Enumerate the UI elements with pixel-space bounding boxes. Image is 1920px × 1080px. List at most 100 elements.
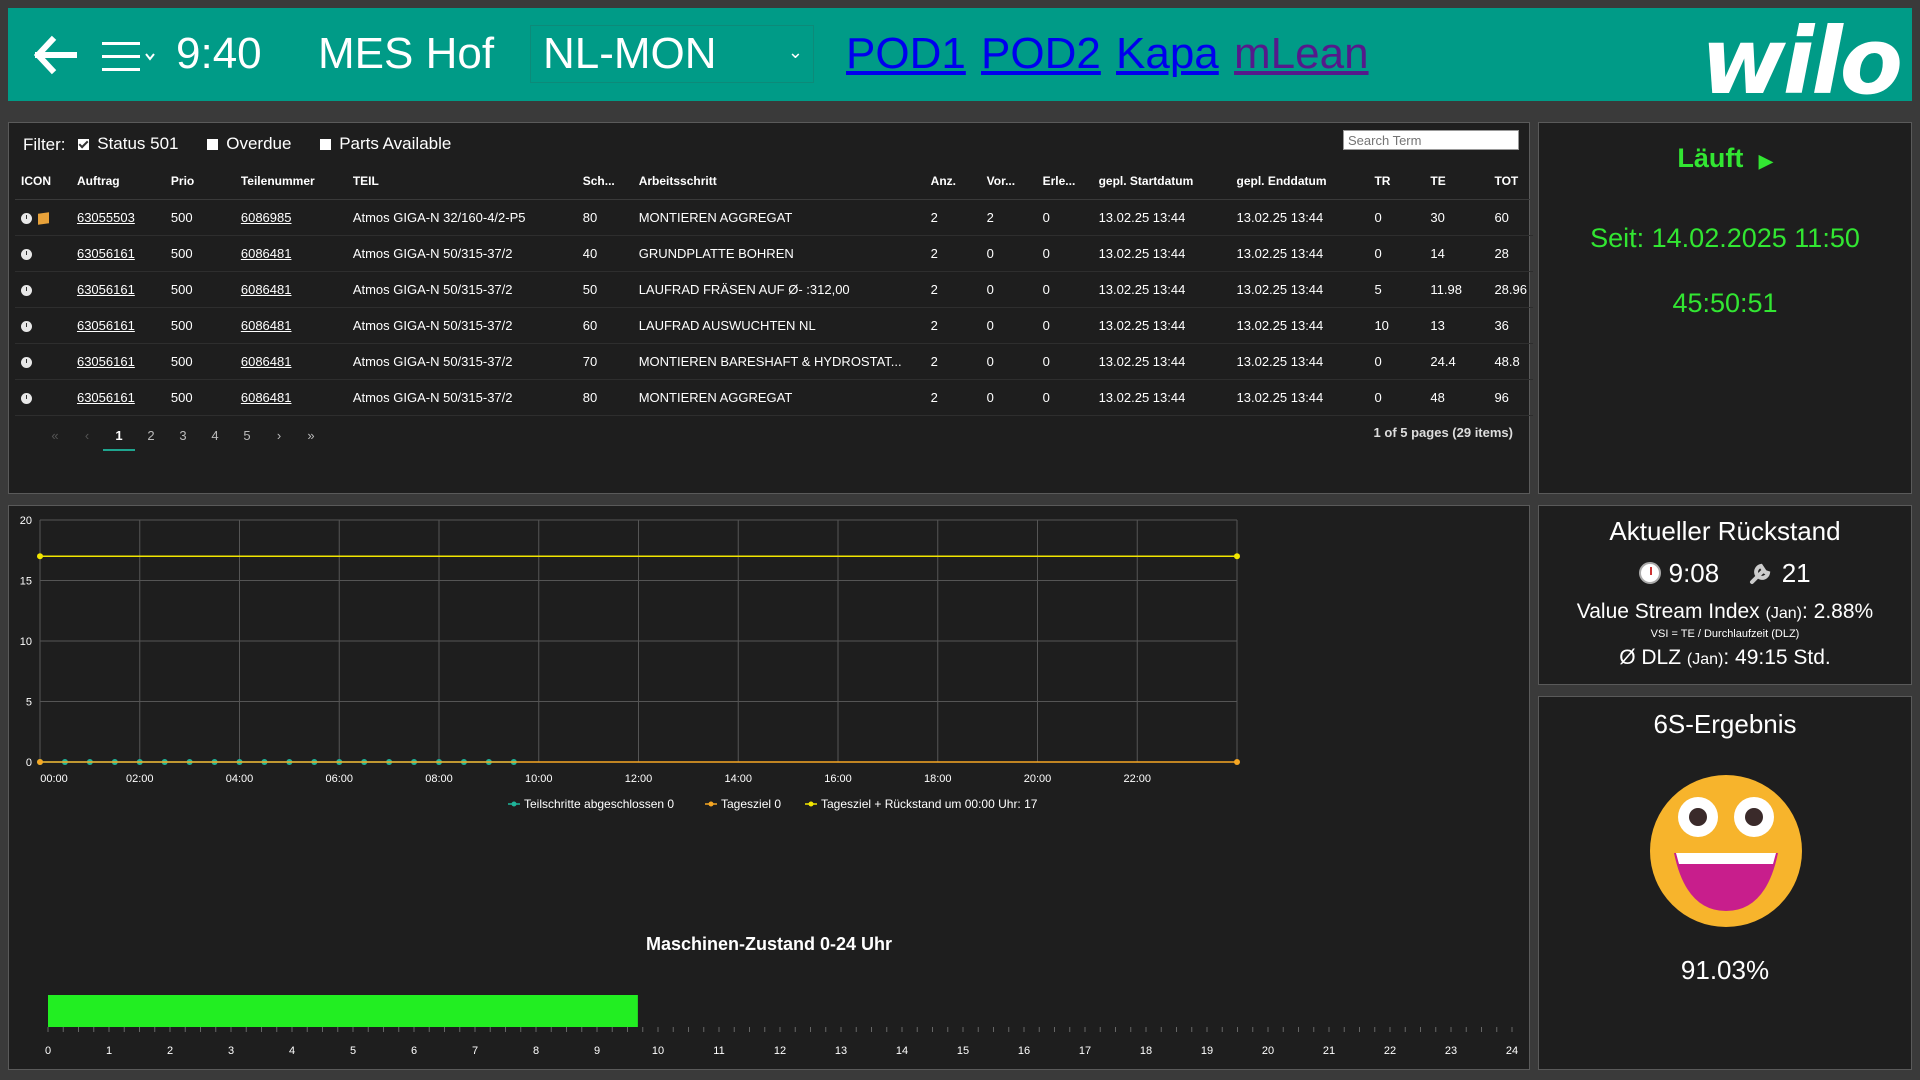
legend-label: Tagesziel 0	[721, 797, 781, 811]
filter-status-501[interactable]: Status 501	[72, 133, 179, 155]
column-header[interactable]: Sch...	[576, 163, 633, 200]
cell-erle: 0	[1036, 235, 1093, 272]
x-tick-label: 1	[106, 1045, 112, 1057]
auftrag-link[interactable]: 63056161	[77, 282, 135, 297]
cell-sch: 40	[576, 235, 633, 272]
cell-tot: 48.8	[1488, 343, 1533, 380]
teilenummer-link[interactable]: 6086985	[241, 210, 292, 225]
first-page-icon[interactable]: «	[39, 428, 71, 443]
link-pod2[interactable]: POD2	[981, 28, 1101, 80]
teilenummer-link[interactable]: 6086481	[241, 246, 292, 261]
cell-prio: 500	[164, 271, 235, 308]
smiley-face-icon	[1650, 775, 1802, 927]
cell-arbeitsschritt: GRUNDPLATTE BOHREN	[632, 235, 925, 272]
cell-teilenummer: 6086481	[234, 343, 347, 380]
column-header[interactable]: TOT	[1488, 163, 1533, 200]
backlog-time-value: 9:08	[1668, 558, 1720, 588]
column-header[interactable]: Vor...	[980, 163, 1037, 200]
prev-page-icon[interactable]: ‹	[71, 428, 103, 443]
search-input[interactable]	[1343, 130, 1519, 150]
column-header[interactable]: ICON	[15, 163, 71, 200]
table-row[interactable]: 63056161 500 6086481 Atmos GIGA-N 50/315-37…	[15, 379, 1533, 416]
column-header[interactable]: gepl. Startdatum	[1092, 163, 1231, 200]
filter-overdue[interactable]: Overdue	[201, 133, 291, 155]
cell-te: 14	[1424, 235, 1489, 272]
link-mlean[interactable]: mLean	[1234, 28, 1369, 80]
table-row[interactable]: 63056161 500 6086481 Atmos GIGA-N 50/315-37…	[15, 235, 1533, 272]
machine-state-bar	[48, 995, 638, 1027]
cell-anz: 2	[924, 307, 981, 344]
column-header[interactable]: TR	[1368, 163, 1425, 200]
auftrag-link[interactable]: 63056161	[77, 246, 135, 261]
row-icons	[15, 379, 71, 416]
auftrag-link[interactable]: 63056161	[77, 390, 135, 405]
y-tick-label: 20	[20, 515, 32, 527]
cell-start: 13.02.25 13:44	[1092, 307, 1231, 344]
x-tick-label: 12	[774, 1045, 786, 1057]
cell-auftrag: 63056161	[70, 343, 165, 380]
x-tick-label: 16	[1018, 1045, 1030, 1057]
x-tick-label: 17	[1079, 1045, 1091, 1057]
teilenummer-link[interactable]: 6086481	[241, 390, 292, 405]
last-page-icon[interactable]: »	[295, 428, 327, 443]
x-tick-label: 16:00	[824, 773, 852, 785]
dlz-label: Ø DLZ	[1619, 646, 1682, 669]
table-row[interactable]: 63056161 500 6086481 Atmos GIGA-N 50/315-37…	[15, 343, 1533, 380]
filter-parts-available[interactable]: Parts Available	[314, 133, 451, 155]
checkbox-icon[interactable]	[320, 138, 332, 150]
cell-tr: 0	[1368, 235, 1425, 272]
teilenummer-link[interactable]: 6086481	[241, 318, 292, 333]
checkbox-checked-icon[interactable]	[78, 138, 90, 150]
column-header[interactable]: Erle...	[1036, 163, 1093, 200]
x-tick-label: 04:00	[226, 773, 254, 785]
page-2[interactable]: 2	[135, 428, 167, 443]
cell-vor: 0	[980, 271, 1037, 308]
backlog-title: Aktueller Rückstand	[1609, 516, 1841, 546]
column-header[interactable]: Teilenummer	[234, 163, 347, 200]
teilenummer-link[interactable]: 6086481	[241, 282, 292, 297]
column-header[interactable]: TEIL	[346, 163, 577, 200]
row-icons	[15, 343, 71, 380]
column-header[interactable]: Anz.	[924, 163, 981, 200]
next-page-icon[interactable]: ›	[263, 428, 295, 443]
teilenummer-link[interactable]: 6086481	[241, 354, 292, 369]
column-header[interactable]: TE	[1424, 163, 1489, 200]
line-select[interactable]: NL-MON ⌄	[530, 25, 814, 83]
x-tick-label: 00:00	[40, 773, 68, 785]
column-header[interactable]: Auftrag	[70, 163, 165, 200]
cell-tr: 0	[1368, 379, 1425, 416]
x-tick-label: 8	[533, 1045, 539, 1057]
wrench-icon	[1748, 560, 1774, 586]
vsi-value: : 2.88%	[1801, 600, 1874, 623]
table-row[interactable]: 63055503 500 6086985 Atmos GIGA-N 32/160-4/…	[15, 199, 1533, 236]
page-5[interactable]: 5	[231, 428, 263, 443]
cell-ende: 13.02.25 13:44	[1230, 343, 1369, 380]
table-row[interactable]: 63056161 500 6086481 Atmos GIGA-N 50/315-37…	[15, 307, 1533, 344]
cell-teil: Atmos GIGA-N 50/315-37/2	[346, 343, 577, 380]
auftrag-link[interactable]: 63056161	[77, 318, 135, 333]
column-header[interactable]: gepl. Enddatum	[1230, 163, 1369, 200]
x-tick-label: 14:00	[724, 773, 752, 785]
cell-sch: 80	[576, 199, 633, 236]
auftrag-link[interactable]: 63056161	[77, 354, 135, 369]
link-pod1[interactable]: POD1	[846, 28, 966, 80]
cell-prio: 500	[164, 235, 235, 272]
link-kapa[interactable]: Kapa	[1116, 28, 1219, 80]
cell-auftrag: 63056161	[70, 271, 165, 308]
column-header[interactable]: Arbeitsschritt	[632, 163, 925, 200]
column-header[interactable]: Prio	[164, 163, 235, 200]
cell-start: 13.02.25 13:44	[1092, 271, 1231, 308]
cell-tr: 0	[1368, 343, 1425, 380]
cell-start: 13.02.25 13:44	[1092, 343, 1231, 380]
table-row[interactable]: 63056161 500 6086481 Atmos GIGA-N 50/315-37…	[15, 271, 1533, 308]
page-4[interactable]: 4	[199, 428, 231, 443]
dlz-period: (Jan)	[1686, 651, 1724, 668]
menu-button[interactable]	[98, 36, 168, 78]
clock-icon	[21, 321, 32, 333]
page-1[interactable]: 1	[103, 428, 135, 451]
checkbox-icon[interactable]	[207, 138, 219, 150]
cell-erle: 0	[1036, 343, 1093, 380]
back-button[interactable]	[30, 34, 80, 76]
auftrag-link[interactable]: 63055503	[77, 210, 135, 225]
page-3[interactable]: 3	[167, 428, 199, 443]
